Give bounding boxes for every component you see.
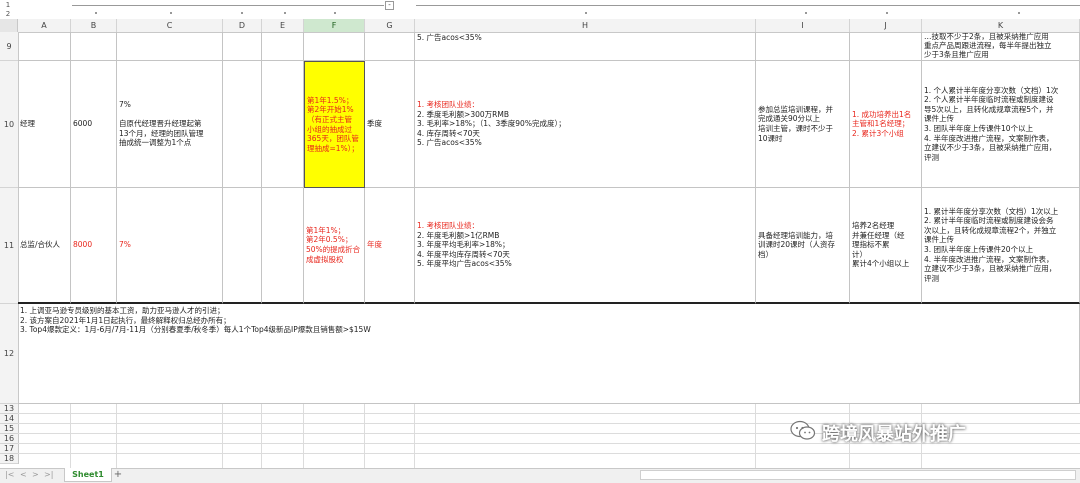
row-header-17[interactable]: 17 [0,444,18,454]
row-header-14[interactable]: 14 [0,414,18,424]
outline-dot [886,12,888,14]
prev-sheet-button[interactable]: < [20,468,27,482]
outline-dot [170,12,172,14]
cell-e10[interactable] [262,61,304,188]
cell-a11[interactable]: 总监/合伙人 [18,188,71,304]
cell-h9[interactable]: 5. 广告acos<35% [415,32,756,61]
cell-h11[interactable]: 1. 考核团队业绩： 2. 年度毛利额>1亿RMB 3. 年度平均毛利率>18%… [415,188,756,304]
row-header-18[interactable]: 18 [0,454,18,464]
cell-k11[interactable]: 1. 累计半年度分享次数（文档）1次以上 2. 累计半年度临时流程或制度建设会务… [922,188,1080,304]
cell-f9[interactable] [304,32,365,61]
cell-j11[interactable]: 培养2名经理 并兼任经理（经 理指标不累 计） 累计4个小组以上 [850,188,922,304]
cell-i11[interactable]: 具备经理培训能力，培 训课时20课时（人资存 档） [756,188,850,304]
grid-line [116,404,117,468]
column-header-i[interactable]: I [756,19,850,32]
column-header-a[interactable]: A [18,19,71,32]
outline-dot [585,12,587,14]
grid-line [303,404,304,468]
cell-c10[interactable]: 7% 自原代经理晋升经理起第 13个月，经理的团队管理 抽成统一调整为1个点 [117,61,223,188]
outline-level-2-button[interactable]: 2 [3,10,13,18]
cell-i9[interactable] [756,32,850,61]
column-header-b[interactable]: B [71,19,117,32]
grid-line [261,404,262,468]
last-sheet-button[interactable]: >| [44,468,53,482]
outline-group-line-2 [416,5,1080,6]
grid-line [414,404,415,468]
row-header-12[interactable]: 12 [0,304,18,404]
cell-a10[interactable]: 经理 [18,61,71,188]
cell-d9[interactable] [223,32,262,61]
first-sheet-button[interactable]: |< [5,468,14,482]
column-header-c[interactable]: C [117,19,223,32]
cell-f11[interactable]: 第1年1%； 第2年0.5%； 50%的提成折合 成虚拟股权 [304,188,365,304]
select-all-corner[interactable] [0,19,18,32]
cell-d11[interactable] [223,188,262,304]
outline-level-1-button[interactable]: 1 [3,1,13,9]
row-header-15[interactable]: 15 [0,424,18,434]
outline-dot [805,12,807,14]
cell-g11[interactable]: 年度 [365,188,415,304]
cell-e9[interactable] [262,32,304,61]
outline-dot [241,12,243,14]
watermark: 跨境风暴站外推广 [790,418,966,448]
cell-h10-text: 1. 考核团队业绩： 2. 季度毛利额>300万RMB 3. 毛利率>18%；（… [417,100,566,148]
cell-h11-text: 1. 考核团队业绩： 2. 年度毛利额>1亿RMB 3. 年度平均毛利率>18%… [417,221,512,269]
column-header-h[interactable]: H [415,19,756,32]
cell-k10[interactable]: 1. 个人累计半年度分享次数（文档）1次 2. 个人累计半年度临时流程或制度建设… [922,61,1080,188]
row-header-11[interactable]: 11 [0,188,18,304]
cell-g10[interactable]: 季度 [365,61,415,188]
cell-j9[interactable] [850,32,922,61]
grid-line [364,404,365,468]
cell-b9[interactable] [71,32,117,61]
row-header-16[interactable]: 16 [0,434,18,444]
row-header-13[interactable]: 13 [0,404,18,414]
outline-collapse-button[interactable]: - [385,1,394,10]
next-sheet-button[interactable]: > [32,468,39,482]
cell-h10[interactable]: 1. 考核团队业绩： 2. 季度毛利额>300万RMB 3. 毛利率>18%；（… [415,61,756,188]
cell-j10[interactable]: 1. 成功培养出1名 主管和1名经理； 2. 累计3个小组 [850,61,922,188]
cell-b10[interactable]: 6000 [71,61,117,188]
outline-dot [284,12,286,14]
outline-dot [334,12,336,14]
cell-g9[interactable] [365,32,415,61]
cell-e11[interactable] [262,188,304,304]
watermark-text: 跨境风暴站外推广 [822,424,966,445]
cell-c9[interactable] [117,32,223,61]
cell-d10[interactable] [223,61,262,188]
sheet-tab-sheet1[interactable]: Sheet1 [64,468,112,482]
outline-group-line [72,5,384,6]
grid-line [755,404,756,468]
cell-k9[interactable]: …技取不少于2条，且被采纳推广应用 重点产品周跟进流程，每半年提出独立 少于3条… [922,32,1080,61]
cell-f10[interactable]: 第1年1.5%； 第2年开始1% （有正式主管 小组的抽成过 365天，团队管 … [304,61,365,188]
cell-c11[interactable]: 7% [117,188,223,304]
grid-line [70,404,71,468]
add-sheet-button[interactable]: + [113,468,123,482]
wechat-icon [790,420,816,447]
outline-bar [0,0,1080,20]
cell-a9[interactable] [18,32,71,61]
cell-a12-notes[interactable]: 1. 上调亚马逊专员级别的基本工资，助力亚马逊人才的引进； 2. 该方案自202… [18,304,1080,404]
outline-dot [1018,12,1020,14]
cell-i10[interactable]: 参加总监培训课程，并 完成通关90分以上 培训主管，课时不少于 10课时 [756,61,850,188]
grid-line [222,404,223,468]
row-header-9[interactable]: 9 [0,32,18,61]
column-header-f[interactable]: F [304,19,365,32]
column-header-d[interactable]: D [223,19,262,32]
cell-b11[interactable]: 8000 [71,188,117,304]
column-header-e[interactable]: E [262,19,304,32]
row-header-10[interactable]: 10 [0,61,18,188]
horizontal-scrollbar[interactable] [640,470,1076,480]
outline-dot [95,12,97,14]
column-header-j[interactable]: J [850,19,922,32]
column-header-g[interactable]: G [365,19,415,32]
column-header-k[interactable]: K [922,19,1080,32]
